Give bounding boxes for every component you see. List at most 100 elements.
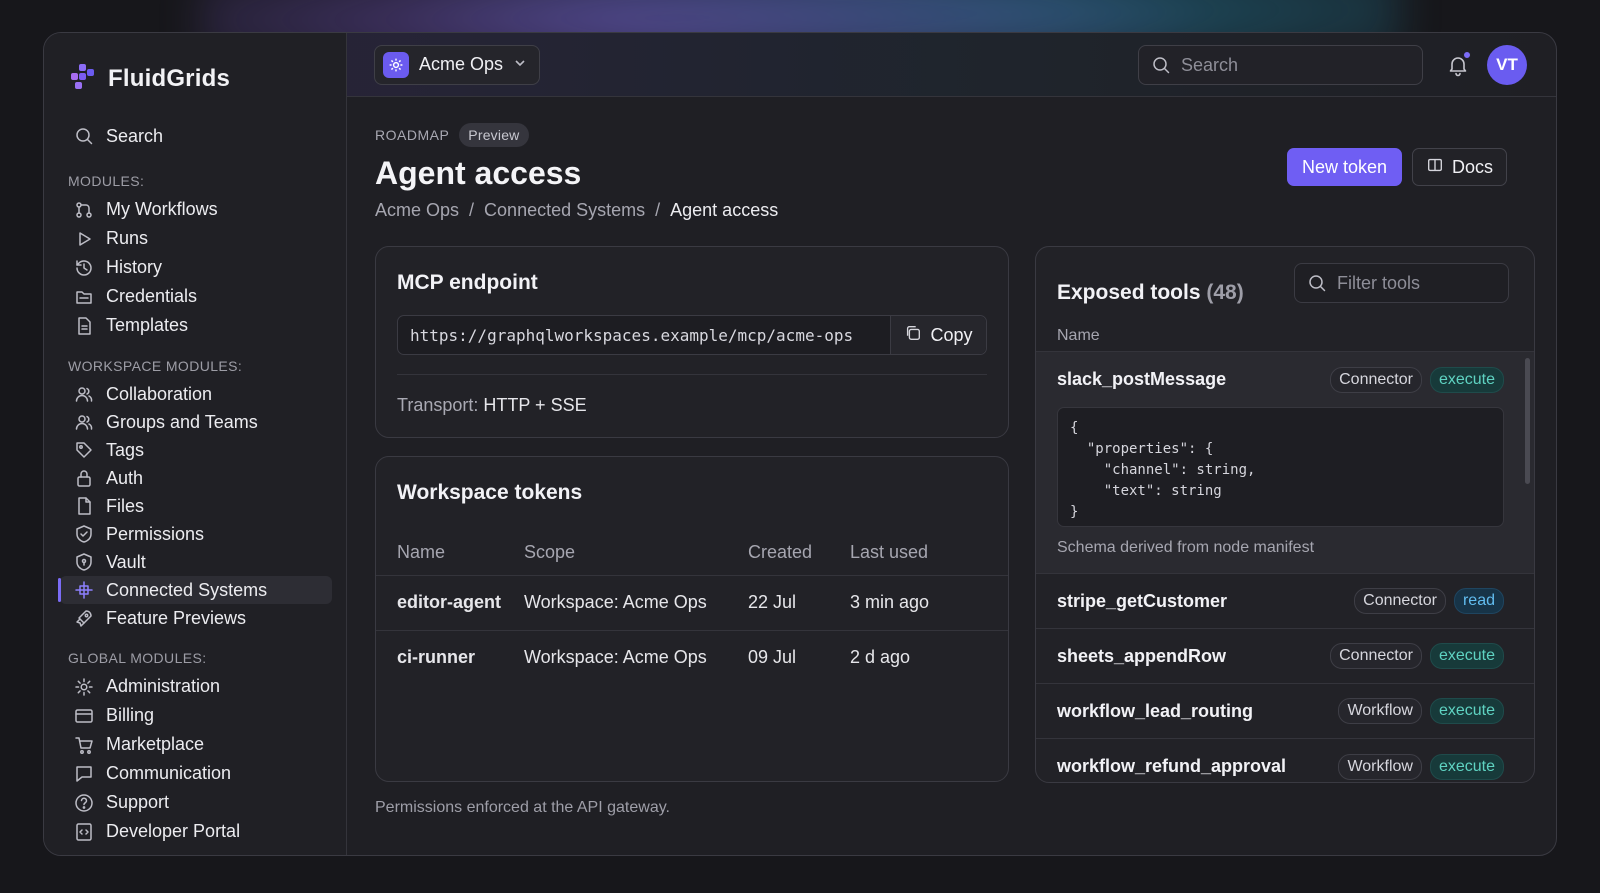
column-header-last-used[interactable]: Last used xyxy=(850,531,1008,576)
sidebar-item-feature-previews[interactable]: Feature Previews xyxy=(60,604,332,632)
workspace-tokens-card: Workspace tokens Name Scope Created Last… xyxy=(375,456,1009,782)
tool-list: slack_postMessage Connector execute { "p… xyxy=(1036,351,1534,782)
tool-row[interactable]: workflow_refund_approval Workflow execute xyxy=(1036,739,1534,782)
sidebar-item-billing[interactable]: Billing xyxy=(60,701,332,730)
tool-list-scrollbar[interactable] xyxy=(1525,358,1530,484)
sidebar-item-auth[interactable]: Auth xyxy=(60,464,332,492)
sidebar-item-support[interactable]: Support xyxy=(60,788,332,817)
tool-kind-badge: Workflow xyxy=(1338,753,1422,780)
footnote: Permissions enforced at the API gateway. xyxy=(375,799,670,816)
filter-tools-input[interactable]: Filter tools xyxy=(1294,263,1509,303)
docs-button[interactable]: Docs xyxy=(1412,148,1507,186)
sidebar-item-tags[interactable]: Tags xyxy=(60,436,332,464)
column-header-name[interactable]: Name xyxy=(376,531,524,576)
sidebar-section-title: GLOBAL MODULES: xyxy=(68,650,207,666)
workspace-name: Acme Ops xyxy=(419,54,504,74)
breadcrumb-link-workspace[interactable]: Acme Ops xyxy=(375,200,459,221)
sidebar-item-label: Files xyxy=(106,495,145,516)
main: Acme Ops Search VT ROADMAP Preview Agent… xyxy=(347,33,1556,855)
sidebar-item-label: Feature Previews xyxy=(106,607,247,628)
chat-icon xyxy=(74,764,94,784)
workspace-selector[interactable]: Acme Ops xyxy=(374,44,541,85)
sidebar-item-label: Groups and Teams xyxy=(106,411,258,432)
table-row[interactable]: editor-agent Workspace: Acme Ops 22 Jul … xyxy=(376,575,1008,631)
transport-label: Transport: xyxy=(397,395,479,415)
tool-perm-badge: execute xyxy=(1429,698,1504,724)
breadcrumb-link-connected-systems[interactable]: Connected Systems xyxy=(484,200,645,221)
breadcrumb-separator: / xyxy=(655,200,661,220)
sidebar-section-title: WORKSPACE MODULES: xyxy=(68,358,243,374)
copy-icon xyxy=(904,324,922,347)
sidebar-item-label: My Workflows xyxy=(106,199,218,219)
copy-button[interactable]: Copy xyxy=(890,316,986,354)
sidebar-item-history[interactable]: History xyxy=(60,253,332,282)
search-icon xyxy=(74,126,94,146)
sidebar-item-label: Marketplace xyxy=(106,734,205,754)
column-header-scope[interactable]: Scope xyxy=(524,531,748,576)
sidebar-item-administration[interactable]: Administration xyxy=(60,672,332,701)
sidebar-item-label: History xyxy=(106,257,163,277)
sidebar-item-groups-and-teams[interactable]: Groups and Teams xyxy=(60,408,332,436)
sidebar-item-connected-systems[interactable]: Connected Systems xyxy=(58,576,332,604)
exposed-tools-card: Exposed tools (48) Filter tools Name sla… xyxy=(1035,246,1535,783)
tokens-header-row: Name Scope Created Last used xyxy=(376,531,1008,576)
tool-tags: Connector read xyxy=(1354,588,1504,614)
sidebar-item-label: Billing xyxy=(106,705,155,725)
rocket-icon xyxy=(74,608,94,628)
sidebar-item-files[interactable]: Files xyxy=(60,492,332,520)
token-created: 09 Jul xyxy=(748,647,797,668)
tool-perm-badge: execute xyxy=(1429,366,1504,393)
tool-row-header[interactable]: slack_postMessage Connector execute xyxy=(1057,352,1504,407)
workspace-tokens-title: Workspace tokens xyxy=(397,481,583,504)
sidebar-item-label: Support xyxy=(106,792,170,812)
tool-tags: Workflow execute xyxy=(1338,753,1504,780)
tool-row[interactable]: stripe_getCustomer Connector read xyxy=(1036,574,1534,629)
brand[interactable]: FluidGrids xyxy=(44,33,346,105)
column-header-created[interactable]: Created xyxy=(748,531,850,576)
sidebar-item-vault[interactable]: Vault xyxy=(60,548,332,576)
topbar: Acme Ops Search VT xyxy=(347,33,1556,97)
tag-icon xyxy=(74,440,94,460)
token-scope: Workspace: Acme Ops xyxy=(524,575,748,631)
document-icon xyxy=(74,316,94,336)
token-last-used: 2 d ago xyxy=(850,647,911,668)
exposed-tools-label: Exposed tools xyxy=(1057,280,1201,304)
global-search-input[interactable]: Search xyxy=(1138,45,1423,85)
sidebar-item-label: Permissions xyxy=(106,523,205,544)
sidebar-item-label: Auth xyxy=(106,467,144,488)
tool-row-expanded[interactable]: slack_postMessage Connector execute { "p… xyxy=(1036,352,1534,574)
code-icon xyxy=(74,822,94,842)
sidebar-item-templates[interactable]: Templates xyxy=(60,311,332,340)
tool-row[interactable]: workflow_lead_routing Workflow execute xyxy=(1036,684,1534,739)
docs-button-label: Docs xyxy=(1451,156,1493,177)
sidebar-item-permissions[interactable]: Permissions xyxy=(60,520,332,548)
tool-perm-badge: execute xyxy=(1429,753,1504,780)
search-icon xyxy=(1307,273,1327,293)
user-avatar[interactable]: VT xyxy=(1487,45,1527,85)
sidebar-item-my-workflows[interactable]: My Workflows xyxy=(60,195,332,224)
sidebar-item-collaboration[interactable]: Collaboration xyxy=(60,380,332,408)
sidebar-search[interactable]: Search xyxy=(44,105,346,155)
sidebar-item-communication[interactable]: Communication xyxy=(60,759,332,788)
app-window: FluidGrids Search MODULES: My Workflows Ru… xyxy=(43,32,1557,856)
sidebar-item-runs[interactable]: Runs xyxy=(60,224,332,253)
sidebar-item-label: Communication xyxy=(106,763,232,783)
sidebar-item-developer-portal[interactable]: Developer Portal xyxy=(60,817,332,846)
tool-row[interactable]: sheets_appendRow Connector execute xyxy=(1036,629,1534,684)
tool-tags: Workflow execute xyxy=(1338,698,1504,724)
chevron-down-icon xyxy=(513,54,527,75)
copy-button-label: Copy xyxy=(930,324,973,345)
exposed-tools-count: (48) xyxy=(1206,280,1244,304)
sidebar-item-credentials[interactable]: Credentials xyxy=(60,282,332,311)
mcp-url[interactable]: https://graphqlworkspaces.example/mcp/ac… xyxy=(398,326,890,345)
tool-perm-badge: read xyxy=(1453,588,1504,614)
notifications-bell-icon[interactable] xyxy=(1446,51,1471,77)
gear-icon xyxy=(74,677,94,697)
sidebar-item-marketplace[interactable]: Marketplace xyxy=(60,730,332,759)
shield-icon xyxy=(74,552,94,572)
table-row[interactable]: ci-runner Workspace: Acme Ops 09 Jul 2 d… xyxy=(376,630,1008,685)
tool-name: stripe_getCustomer xyxy=(1057,590,1228,611)
new-token-button[interactable]: New token xyxy=(1287,148,1402,186)
tool-kind-badge: Connector xyxy=(1330,643,1422,669)
search-icon xyxy=(1151,55,1171,75)
